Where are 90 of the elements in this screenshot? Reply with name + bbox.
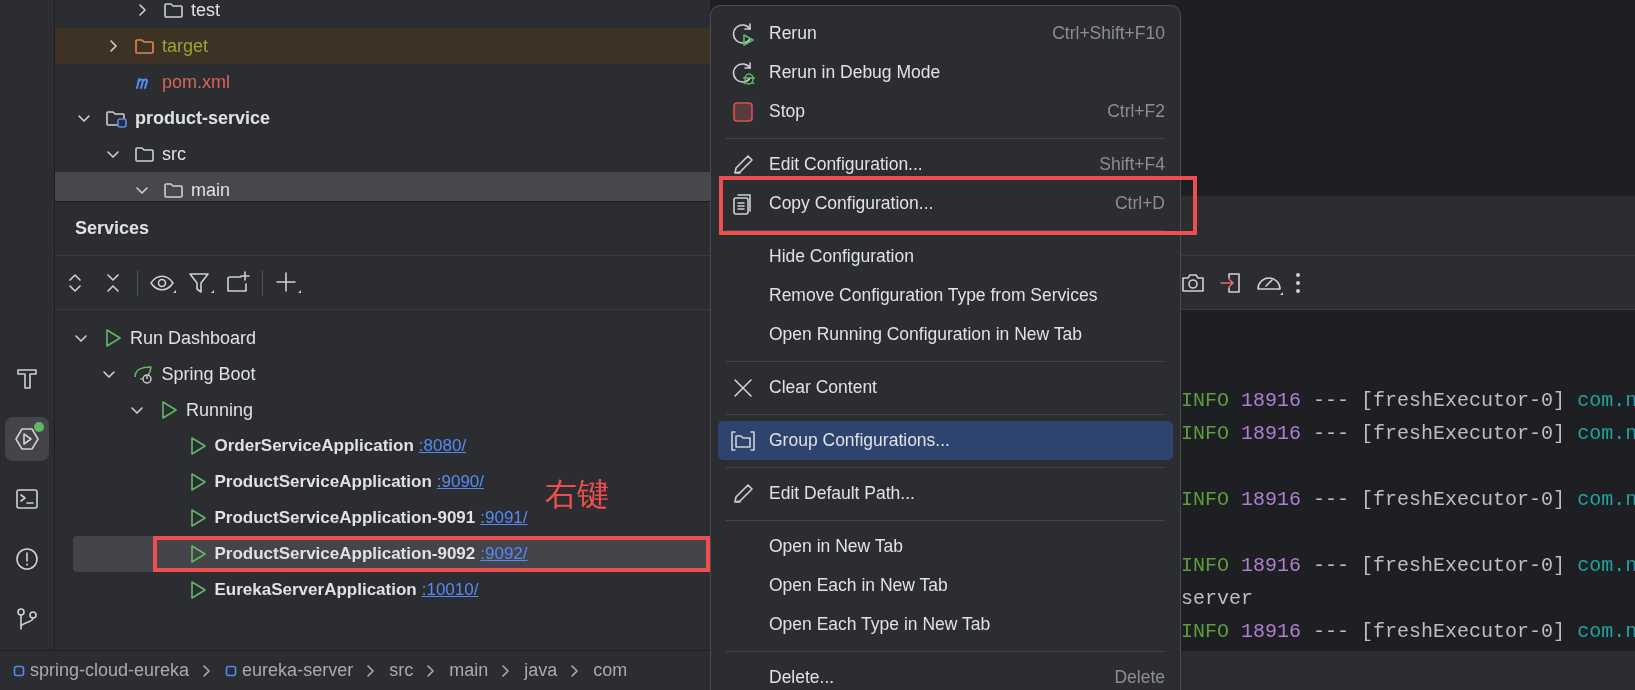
console-text: server <box>1181 587 1253 610</box>
process-id: 18916 <box>1241 488 1302 511</box>
tree-item[interactable]: EurekaServerApplication :10010/ <box>73 572 485 608</box>
menu-item[interactable]: Delete... Delete <box>718 658 1173 690</box>
menu-item[interactable]: Open in New Tab <box>718 527 1173 566</box>
module-icon <box>225 664 238 677</box>
breadcrumb-item[interactable]: com <box>593 657 628 684</box>
folder-icon <box>163 180 183 200</box>
menu-item[interactable]: Remove Configuration Type from Services <box>718 276 1173 315</box>
process-id: 18916 <box>1241 389 1302 412</box>
module-folder-icon <box>105 108 127 128</box>
port-link[interactable]: :8080/ <box>418 433 467 459</box>
play-icon <box>188 508 207 528</box>
tree-item[interactable]: product-service <box>55 100 710 136</box>
tree-item[interactable]: main <box>55 172 710 201</box>
log-level: INFO <box>1181 620 1229 643</box>
tree-item[interactable]: pom.xml <box>55 64 710 100</box>
menu-item[interactable]: Open Each in New Tab <box>718 566 1173 605</box>
menu-item[interactable]: Edit Default Path... <box>718 474 1173 513</box>
folder-icon <box>134 144 154 164</box>
menu-item[interactable]: Rerun in Debug Mode <box>718 53 1173 92</box>
tree-item[interactable]: ProductServiceApplication :9090/ <box>73 464 491 500</box>
process-id: 18916 <box>1241 554 1302 577</box>
hexagon-play-icon <box>13 425 41 453</box>
shortcut-label: Delete <box>1114 666 1165 690</box>
play-icon <box>160 400 178 420</box>
hammer-icon <box>14 366 40 392</box>
breadcrumb-item[interactable]: eureka-server <box>225 657 354 684</box>
process-id: 18916 <box>1241 422 1302 445</box>
tree-item[interactable]: test <box>55 0 710 28</box>
port-link[interactable]: :9090/ <box>436 469 485 495</box>
rerun-icon <box>730 20 756 47</box>
play-icon <box>188 472 207 492</box>
menu-item[interactable]: Open Running Configuration in New Tab <box>718 315 1173 354</box>
tree-item[interactable]: Running <box>73 392 260 428</box>
annotation-label: 右键 <box>545 478 609 510</box>
menu-item[interactable]: Group Configurations... <box>718 421 1173 460</box>
logger-name: com.n <box>1577 554 1635 577</box>
menu-item[interactable]: Clear Content <box>718 368 1173 407</box>
play-icon <box>104 328 122 348</box>
thread-name: --- [freshExecutor-0] <box>1313 554 1566 577</box>
shortcut-label: Ctrl+F2 <box>1107 100 1165 124</box>
breadcrumb-item[interactable]: src <box>389 657 414 684</box>
log-level: INFO <box>1181 389 1229 412</box>
breadcrumb-item[interactable]: spring-cloud-eureka <box>13 657 190 684</box>
play-icon <box>188 436 207 456</box>
rerun-debug-icon <box>730 59 756 86</box>
folder-icon <box>163 0 183 20</box>
shortcut-label: Shift+F4 <box>1099 153 1165 177</box>
terminal-icon <box>14 486 40 512</box>
tool-window-button[interactable] <box>5 417 49 461</box>
logger-name: com.n <box>1577 389 1635 412</box>
log-level: INFO <box>1181 488 1229 511</box>
tree-item[interactable]: src <box>55 136 710 172</box>
menu-item[interactable]: Edit Configuration... Shift+F4 <box>718 145 1173 184</box>
breadcrumb-item[interactable]: main <box>449 657 489 684</box>
folder-icon <box>134 36 154 56</box>
tree-item[interactable]: OrderServiceApplication :8080/ <box>73 428 473 464</box>
play-icon <box>188 544 207 564</box>
tree-item[interactable]: target <box>55 28 710 64</box>
tree-item[interactable]: Run Dashboard <box>73 320 263 356</box>
shortcut-label: Ctrl+Shift+F10 <box>1052 22 1165 46</box>
warning-icon <box>14 546 40 572</box>
tree-item[interactable]: ProductServiceApplication-9092 :9092/ <box>73 536 710 572</box>
breadcrumb-item[interactable]: java <box>524 657 558 684</box>
thread-name: --- [freshExecutor-0] <box>1313 422 1566 445</box>
module-icon <box>13 664 25 677</box>
tree-item[interactable]: ProductServiceApplication-9091 :9091/ <box>73 500 534 536</box>
menu-item[interactable]: Stop Ctrl+F2 <box>718 92 1173 131</box>
thread-name: --- [freshExecutor-0] <box>1313 488 1566 511</box>
leaf-icon <box>131 363 154 385</box>
branch-icon <box>14 606 40 632</box>
menu-item[interactable]: Copy Configuration... Ctrl+D <box>718 184 1173 223</box>
logger-name: com.n <box>1577 488 1635 511</box>
logger-name: com.n <box>1577 422 1635 445</box>
process-id: 18916 <box>1241 620 1302 643</box>
menu-item[interactable]: Rerun Ctrl+Shift+F10 <box>718 14 1173 53</box>
tree-item[interactable]: Spring Boot <box>73 356 262 392</box>
log-level: INFO <box>1181 422 1229 445</box>
shortcut-label: Ctrl+D <box>1114 192 1165 216</box>
port-link[interactable]: :10010/ <box>421 577 479 603</box>
panel-title: Services <box>75 217 150 240</box>
play-icon <box>188 580 207 600</box>
log-level: INFO <box>1181 554 1229 577</box>
thread-name: --- [freshExecutor-0] <box>1313 620 1566 643</box>
thread-name: --- [freshExecutor-0] <box>1313 389 1566 412</box>
port-link[interactable]: :9091/ <box>480 505 528 531</box>
menu-item[interactable]: Open Each Type in New Tab <box>718 605 1173 644</box>
menu-item[interactable]: Hide Configuration <box>718 237 1173 276</box>
logger-name: com.n <box>1577 620 1635 643</box>
